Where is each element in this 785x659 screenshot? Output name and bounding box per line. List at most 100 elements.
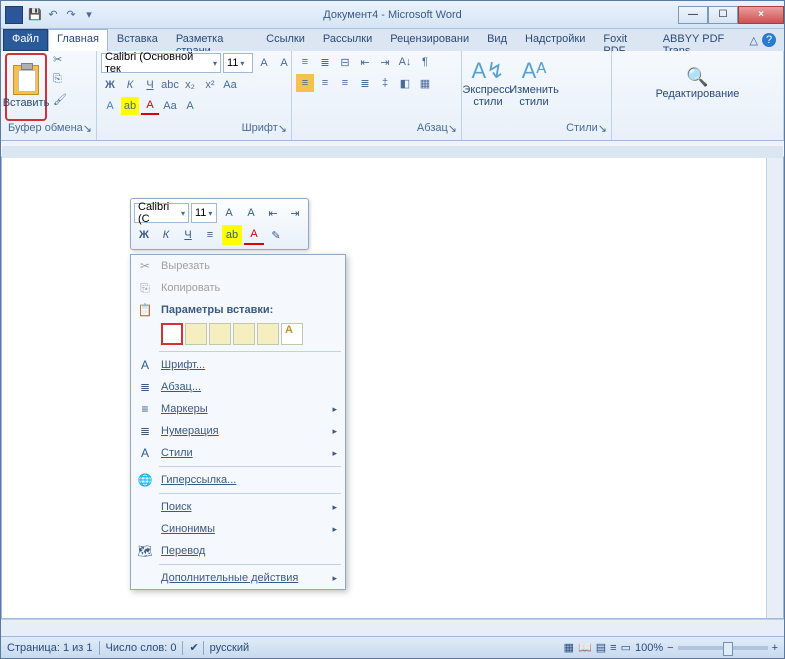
undo-icon[interactable]: ↶ (45, 7, 61, 23)
status-page[interactable]: Страница: 1 из 1 (7, 642, 93, 654)
clear-format-icon[interactable]: Aa (161, 97, 179, 115)
ctx-styles[interactable]: AСтили (131, 442, 345, 464)
font-color-icon[interactable]: A (141, 97, 159, 115)
mini-underline-icon[interactable]: Ч (178, 225, 198, 245)
zoom-level[interactable]: 100% (635, 642, 663, 654)
font-size-combo[interactable]: 11 (223, 53, 253, 73)
dialog-launcher-icon[interactable]: ↘ (83, 122, 92, 135)
tab-foxit[interactable]: Foxit PDF (594, 29, 653, 51)
qa-dropdown-icon[interactable]: ▾ (81, 7, 97, 23)
minimize-button[interactable]: — (678, 6, 708, 24)
multilevel-icon[interactable]: ⊟ (336, 53, 354, 71)
ctx-font[interactable]: AШрифт... (131, 354, 345, 376)
paste-keep-source-icon[interactable] (161, 323, 183, 345)
view-read-icon[interactable]: 📖 (578, 641, 592, 654)
subscript-icon[interactable]: x₂ (181, 76, 199, 94)
mini-highlight-icon[interactable]: ab (222, 225, 242, 245)
sort-icon[interactable]: A↓ (396, 53, 414, 71)
mini-size-combo[interactable]: 11 (191, 203, 217, 223)
close-button[interactable]: × (738, 6, 784, 24)
mini-format-painter-icon[interactable]: ✎ (266, 225, 286, 245)
editing-button[interactable]: 🔍 Редактирование (676, 53, 720, 113)
italic-icon[interactable]: К (121, 76, 139, 94)
tab-view[interactable]: Вид (478, 29, 516, 51)
express-styles-button[interactable]: A↯ Экспресс-стили (466, 53, 510, 113)
bold-icon[interactable]: Ж (101, 76, 119, 94)
ctx-bullets[interactable]: ≡Маркеры (131, 398, 345, 420)
minimize-ribbon-icon[interactable]: △ (750, 34, 758, 47)
tab-abbyy[interactable]: ABBYY PDF Trans (654, 29, 750, 51)
paste-picture-icon[interactable] (233, 323, 255, 345)
mini-font-combo[interactable]: Calibri (С (134, 203, 189, 223)
cut-icon[interactable]: ✂ (53, 53, 71, 71)
zoom-slider[interactable] (678, 646, 768, 650)
copy-icon[interactable]: ⎘ (53, 73, 71, 91)
line-spacing-icon[interactable]: ‡ (376, 74, 394, 92)
numbering-icon[interactable]: ≣ (316, 53, 334, 71)
zoom-out-icon[interactable]: − (667, 642, 673, 654)
paste-use-dest-icon[interactable] (209, 323, 231, 345)
mini-bold-icon[interactable]: Ж (134, 225, 154, 245)
text-effects-icon[interactable]: A (101, 97, 119, 115)
view-outline-icon[interactable]: ≡ (610, 642, 616, 654)
save-icon[interactable]: 💾 (27, 7, 43, 23)
ctx-search[interactable]: Поиск (131, 496, 345, 518)
align-right-icon[interactable]: ≡ (336, 74, 354, 92)
ctx-extra-actions[interactable]: Дополнительные действия (131, 567, 345, 589)
tab-mailings[interactable]: Рассылки (314, 29, 381, 51)
paste-default-icon[interactable]: A (281, 323, 303, 345)
ctx-hyperlink[interactable]: 🌐Гиперссылка... (131, 469, 345, 491)
dialog-launcher-icon[interactable]: ↘ (448, 122, 457, 135)
increase-indent-icon[interactable]: ⇥ (376, 53, 394, 71)
grow-font-icon[interactable]: A (255, 54, 273, 72)
shading-icon[interactable]: ◧ (396, 74, 414, 92)
show-marks-icon[interactable]: ¶ (416, 53, 434, 71)
view-print-icon[interactable]: ▦ (564, 641, 574, 654)
tab-layout[interactable]: Разметка страни (167, 29, 257, 51)
mini-grow-icon[interactable]: A (219, 203, 239, 223)
justify-icon[interactable]: ≣ (356, 74, 374, 92)
proofing-icon[interactable]: ✔ (189, 641, 198, 654)
view-draft-icon[interactable]: ▭ (621, 641, 631, 654)
tab-review[interactable]: Рецензировани (381, 29, 478, 51)
decrease-indent-icon[interactable]: ⇤ (356, 53, 374, 71)
format-painter-icon[interactable]: 🖌 (53, 93, 71, 111)
tab-addins[interactable]: Надстройки (516, 29, 594, 51)
ctx-numbering[interactable]: ≣Нумерация (131, 420, 345, 442)
tab-file[interactable]: Файл (3, 29, 48, 51)
tab-references[interactable]: Ссылки (257, 29, 314, 51)
char-border-icon[interactable]: A (181, 97, 199, 115)
paste-keep-text-icon[interactable] (257, 323, 279, 345)
mini-center-icon[interactable]: ≡ (200, 225, 220, 245)
status-word-count[interactable]: Число слов: 0 (106, 642, 177, 654)
paste-button[interactable]: Вставить (5, 53, 47, 121)
shrink-font-icon[interactable]: A (275, 54, 293, 72)
ctx-translate[interactable]: 🗺Перевод (131, 540, 345, 562)
vertical-scrollbar[interactable] (766, 158, 783, 618)
align-center-icon[interactable]: ≡ (316, 74, 334, 92)
paste-merge-icon[interactable] (185, 323, 207, 345)
dialog-launcher-icon[interactable]: ↘ (278, 122, 287, 135)
tab-home[interactable]: Главная (48, 29, 108, 51)
maximize-button[interactable]: ☐ (708, 6, 738, 24)
superscript-icon[interactable]: x² (201, 76, 219, 94)
horizontal-scrollbar[interactable] (1, 619, 784, 636)
mini-shrink-icon[interactable]: A (241, 203, 261, 223)
tab-insert[interactable]: Вставка (108, 29, 167, 51)
mini-font-color-icon[interactable]: A (244, 225, 264, 245)
ctx-synonyms[interactable]: Синонимы (131, 518, 345, 540)
strikethrough-icon[interactable]: abc (161, 76, 179, 94)
dialog-launcher-icon[interactable]: ↘ (598, 122, 607, 135)
bullets-icon[interactable]: ≡ (296, 53, 314, 71)
mini-inc-indent-icon[interactable]: ⇥ (285, 203, 305, 223)
ctx-paragraph[interactable]: ≣Абзац... (131, 376, 345, 398)
change-case-icon[interactable]: Aa (221, 76, 239, 94)
status-language[interactable]: русский (210, 642, 249, 654)
underline-icon[interactable]: Ч (141, 76, 159, 94)
highlight-icon[interactable]: ab (121, 97, 139, 115)
change-styles-button[interactable]: Aᴬ Изменить стили (512, 53, 556, 113)
redo-icon[interactable]: ↷ (63, 7, 79, 23)
zoom-in-icon[interactable]: + (772, 642, 778, 654)
mini-dec-indent-icon[interactable]: ⇤ (263, 203, 283, 223)
borders-icon[interactable]: ▦ (416, 74, 434, 92)
